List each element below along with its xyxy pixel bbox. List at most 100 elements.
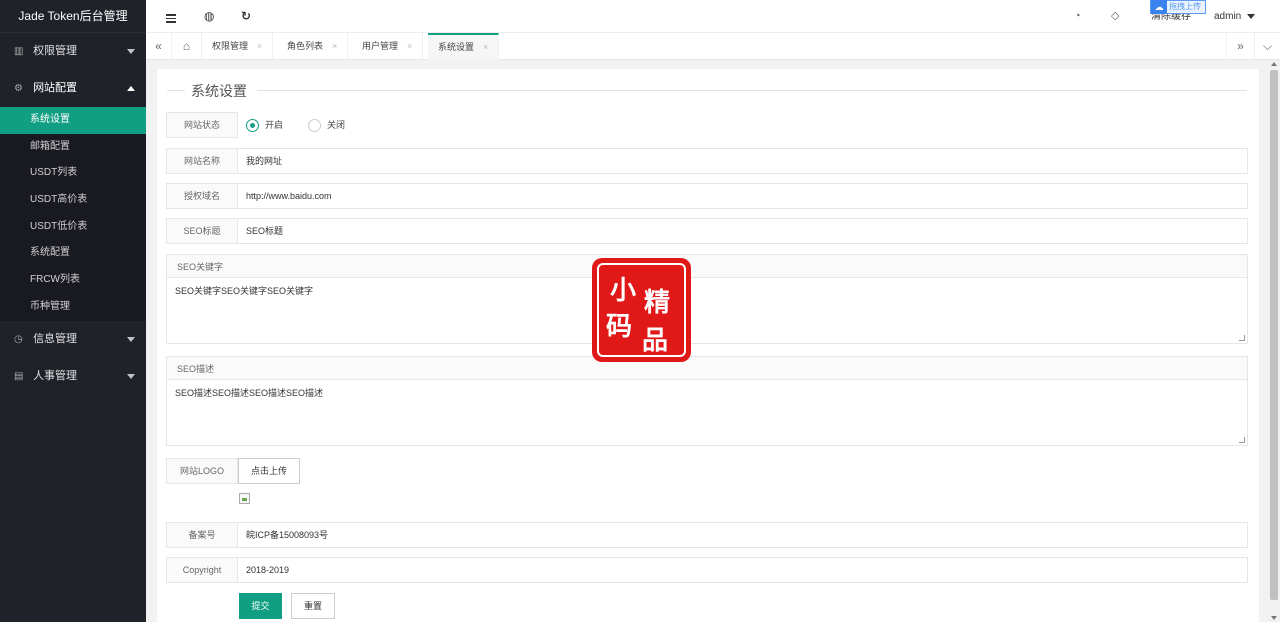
watermark-seal: 小 精 码 品 [592, 258, 691, 362]
close-icon[interactable]: × [257, 41, 262, 51]
sidebar-item-system-settings[interactable]: 系统设置 [0, 107, 146, 134]
reset-button[interactable]: 重置 [291, 593, 335, 619]
seo-keywords-value: SEO关键字SEO关键字SEO关键字 [175, 286, 314, 296]
radio-on[interactable]: 开启 [246, 118, 284, 133]
sidebar-group-permissions[interactable]: ▥ 权限管理 [0, 33, 146, 70]
tag-icon[interactable]: ◇ [1111, 0, 1119, 33]
copyright-label: Copyright [166, 557, 238, 583]
broken-image-icon [239, 493, 250, 504]
user-name: admin [1214, 11, 1242, 22]
logo-label: 网站LOGO [166, 458, 238, 484]
tab-permissions[interactable]: 权限管理 × [202, 33, 274, 60]
logo-row: 网站LOGO 点击上传 [166, 458, 366, 484]
sidebar-item-system-config[interactable]: 系统配置 [0, 240, 146, 267]
seal-char: 精 [644, 288, 671, 318]
chevron-down-icon[interactable]: ⌵ [1254, 33, 1280, 60]
seo-keywords-textarea[interactable]: SEO关键字SEO关键字SEO关键字 [166, 278, 1248, 344]
sidebar-group-site-config[interactable]: ⚙ 网站配置 [0, 70, 146, 107]
page-scrollbar[interactable] [1268, 60, 1280, 622]
tab-system-settings[interactable]: 系统设置 × [428, 33, 500, 60]
caret-down-icon [1247, 13, 1256, 19]
close-icon[interactable]: × [407, 41, 412, 51]
chevron-down-icon [127, 336, 135, 342]
resize-handle-icon[interactable] [1239, 437, 1245, 443]
settings-icon: ⚙ [14, 83, 23, 94]
copyright-input[interactable]: 2018-2019 [238, 557, 1248, 583]
chevron-down-icon [127, 49, 135, 54]
refresh-icon[interactable]: ↻ [241, 0, 251, 33]
sidebar-item-usdt-list[interactable]: USDT列表 [0, 160, 146, 187]
menu-toggle-icon[interactable] [166, 0, 178, 33]
sidebar-group-label: 人事管理 [33, 369, 78, 382]
icp-label: 备案号 [166, 522, 238, 548]
seal-char: 小 [610, 276, 637, 306]
sidebar-group-personnel[interactable]: ▤ 人事管理 [0, 358, 146, 395]
seo-desc-value: SEO描述SEO描述SEO描述SEO描述 [175, 388, 324, 398]
radio-label: 关闭 [327, 120, 346, 130]
radio-label: 开启 [265, 120, 284, 130]
seo-desc-label: SEO描述 [166, 356, 1248, 380]
sidebar-item-mail-config[interactable]: 邮箱配置 [0, 134, 146, 161]
sidebar-item-frcw-list[interactable]: FRCW列表 [0, 267, 146, 294]
settings-form: 系统设置 网站状态 开启 关闭 网站名称 我的网址 授权域名 http://ww… [157, 69, 1259, 622]
tabs-scroll-left-icon[interactable]: « [146, 33, 172, 60]
sidebar-group-label: 网站配置 [33, 82, 78, 94]
seo-title-label: SEO标题 [166, 218, 238, 244]
scroll-up-icon[interactable] [1271, 62, 1277, 66]
site-name-label: 网站名称 [166, 148, 238, 174]
tab-label: 角色列表 [287, 41, 324, 51]
site-status-row: 网站状态 开启 关闭 [166, 112, 1248, 138]
radio-off[interactable]: 关闭 [308, 118, 346, 133]
auth-domain-row: 授权域名 http://www.baidu.com [166, 183, 1248, 209]
tab-bar: « ⌂ 权限管理 × 角色列表 × 用户管理 × 系统设置 × » ⌵ [146, 33, 1280, 60]
upload-tag[interactable]: ☁ 拖拽上传 [1150, 0, 1206, 14]
seal-char: 品 [642, 326, 669, 356]
tab-label: 用户管理 [362, 41, 399, 51]
seo-title-input[interactable]: SEO标题 [238, 218, 1248, 244]
icp-input[interactable]: 皖ICP备15008093号 [238, 522, 1248, 548]
personnel-icon: ▤ [14, 370, 24, 382]
form-legend: 系统设置 [167, 81, 1247, 101]
site-status-label: 网站状态 [166, 112, 238, 138]
tab-roles[interactable]: 角色列表 × [277, 33, 349, 60]
close-icon[interactable]: × [483, 42, 488, 52]
sidebar-group-info[interactable]: ◷ 信息管理 [0, 321, 146, 358]
tab-label: 权限管理 [212, 41, 249, 51]
site-name-row: 网站名称 我的网址 [166, 148, 1248, 174]
resize-handle-icon[interactable] [1239, 335, 1245, 341]
site-name-input[interactable]: 我的网址 [238, 148, 1248, 174]
top-header: ◍ ↻ ◔ ◇ 清除缓存 admin [146, 0, 1280, 33]
tab-users[interactable]: 用户管理 × [352, 33, 424, 60]
app-title: Jade Token后台管理 [0, 0, 146, 33]
seo-desc-block: SEO描述 SEO描述SEO描述SEO描述SEO描述 [166, 356, 1248, 446]
upload-logo-button[interactable]: 点击上传 [238, 458, 300, 484]
cloud-upload-icon: ☁ [1151, 0, 1167, 14]
sidebar-item-usdt-high[interactable]: USDT高价表 [0, 187, 146, 214]
auth-domain-input[interactable]: http://www.baidu.com [238, 183, 1248, 209]
submit-button[interactable]: 提交 [239, 593, 282, 619]
sidebar-group-label: 权限管理 [33, 45, 78, 57]
sidebar-item-usdt-low[interactable]: USDT低价表 [0, 214, 146, 241]
tabs-scroll-right-icon[interactable]: » [1226, 33, 1254, 60]
chevron-up-icon [127, 86, 135, 91]
seal-char: 码 [606, 312, 633, 342]
close-icon[interactable]: × [332, 41, 337, 51]
scroll-thumb[interactable] [1270, 70, 1278, 600]
scroll-down-icon[interactable] [1271, 616, 1277, 620]
form-title: 系统设置 [187, 81, 251, 101]
icp-row: 备案号 皖ICP备15008093号 [166, 522, 1248, 548]
seo-title-row: SEO标题 SEO标题 [166, 218, 1248, 244]
radio-checked-icon [246, 119, 259, 133]
user-menu[interactable]: admin [1214, 0, 1256, 33]
sidebar: Jade Token后台管理 ▥ 权限管理 ⚙ 网站配置 系统设置 邮箱配置 U… [0, 0, 146, 622]
seo-desc-textarea[interactable]: SEO描述SEO描述SEO描述SEO描述 [166, 380, 1248, 446]
upload-tag-label: 拖拽上传 [1169, 2, 1201, 11]
seo-keywords-label: SEO关键字 [166, 254, 1248, 278]
info-icon: ◷ [14, 333, 23, 345]
permission-icon: ▥ [14, 46, 24, 57]
home-tab-icon[interactable]: ⌂ [172, 33, 202, 60]
seo-keywords-block: SEO关键字 SEO关键字SEO关键字SEO关键字 [166, 254, 1248, 344]
sidebar-item-currency[interactable]: 币种管理 [0, 294, 146, 321]
theme-icon[interactable]: ◔ [1074, 0, 1081, 33]
globe-icon[interactable]: ◍ [204, 0, 214, 33]
